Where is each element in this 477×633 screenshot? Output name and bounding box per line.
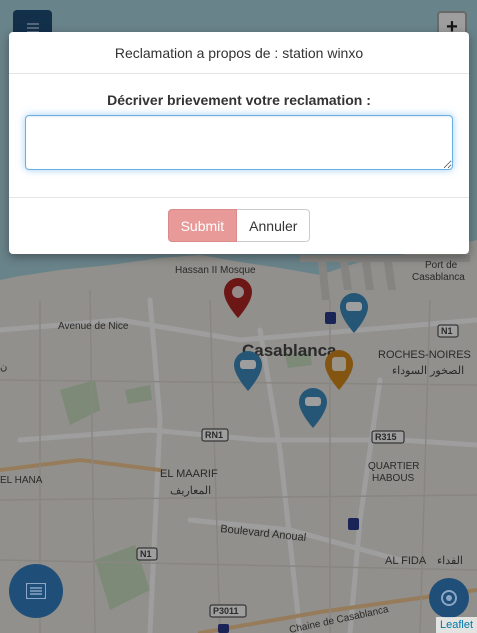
bus-stop-icon [218,624,229,633]
locate-button[interactable] [429,578,469,618]
modal-title: Reclamation a propos de : station winxo [9,32,469,74]
label-left-partial: ن [0,362,7,373]
submit-button[interactable]: Submit [167,209,238,242]
shield-r315: R315 [375,432,397,442]
label-maarif: EL MAARIF [160,468,218,480]
label-hana: EL HANA [0,475,43,486]
label-habous: QUARTIER [368,461,420,472]
label-avenue-nice: Avenue de Nice [58,321,129,332]
map-attribution[interactable]: Leaflet [435,617,477,633]
label-fida: AL FIDA [385,555,427,567]
menu-icon [27,23,39,25]
shield-n1-bottom: N1 [140,549,152,559]
shield-rn1: RN1 [205,430,223,440]
list-icon [26,583,46,599]
label-port-2: Casablanca [412,272,465,283]
modal-button-group: Submit Annuler [167,209,311,242]
reclamation-label: Décriver brievement votre reclamation : [107,92,371,108]
label-maarif-ar: المعاريف [170,485,211,497]
menu-icon-bar [27,27,39,29]
modal-body: Décriver brievement votre reclamation : [9,74,469,198]
reclamation-modal: Reclamation a propos de : station winxo … [9,32,469,254]
modal-footer: Submit Annuler [9,198,469,253]
label-habous-2: HABOUS [372,473,415,484]
locate-icon [441,590,457,606]
label-fida-ar: الفداء [437,555,463,567]
label-roches: ROCHES-NOIRES [378,349,471,361]
bus-stop-icon [348,518,359,530]
reclamation-textarea[interactable] [25,115,453,170]
cancel-button[interactable]: Annuler [237,209,311,242]
label-roches-ar: الصخور السوداء [392,365,464,377]
list-button[interactable] [9,564,63,618]
shield-n1-top: N1 [441,326,453,336]
label-mosque: Hassan II Mosque [175,265,256,276]
shield-p3011: P3011 [213,606,239,616]
bus-stop-icon [325,312,336,324]
label-port: Port de [425,260,458,271]
